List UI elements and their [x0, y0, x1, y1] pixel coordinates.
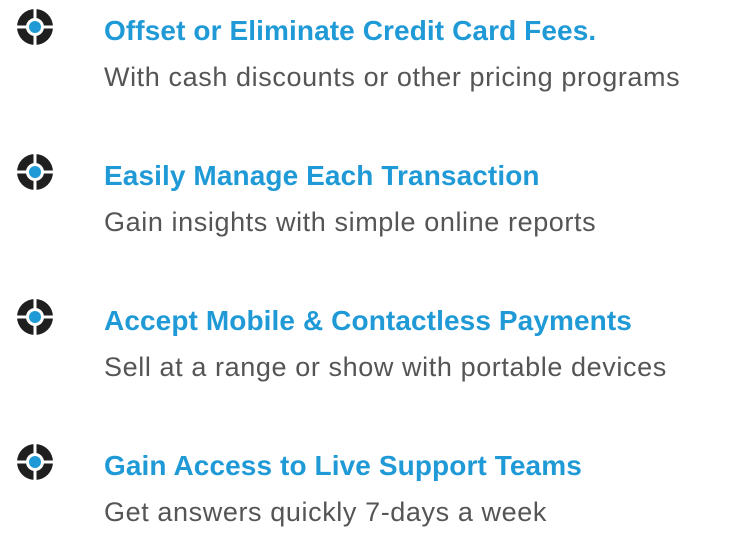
feature-title: Easily Manage Each Transaction — [104, 160, 540, 191]
feature-item-live-support: Gain Access to Live Support Teams Get an… — [0, 443, 754, 543]
feature-title: Gain Access to Live Support Teams — [104, 450, 582, 481]
feature-item-credit-card-fees: Offset or Eliminate Credit Card Fees. Wi… — [0, 8, 754, 108]
feature-title: Offset or Eliminate Credit Card Fees. — [104, 15, 597, 46]
feature-description: Gain insights with simple online reports — [104, 207, 597, 237]
crosshair-bullet-icon — [16, 298, 54, 336]
crosshair-bullet-icon — [16, 8, 54, 46]
feature-item-manage-transactions: Easily Manage Each Transaction Gain insi… — [0, 153, 754, 253]
crosshair-bullet-icon — [16, 443, 54, 481]
crosshair-bullet-icon — [16, 153, 54, 191]
feature-description: With cash discounts or other pricing pro… — [104, 62, 681, 92]
feature-description: Sell at a range or show with portable de… — [104, 352, 667, 382]
feature-description: Get answers quickly 7-days a week — [104, 497, 547, 527]
feature-list: Offset or Eliminate Credit Card Fees. Wi… — [0, 0, 754, 527]
feature-item-mobile-payments: Accept Mobile & Contactless Payments Sel… — [0, 298, 754, 398]
feature-title: Accept Mobile & Contactless Payments — [104, 305, 632, 336]
